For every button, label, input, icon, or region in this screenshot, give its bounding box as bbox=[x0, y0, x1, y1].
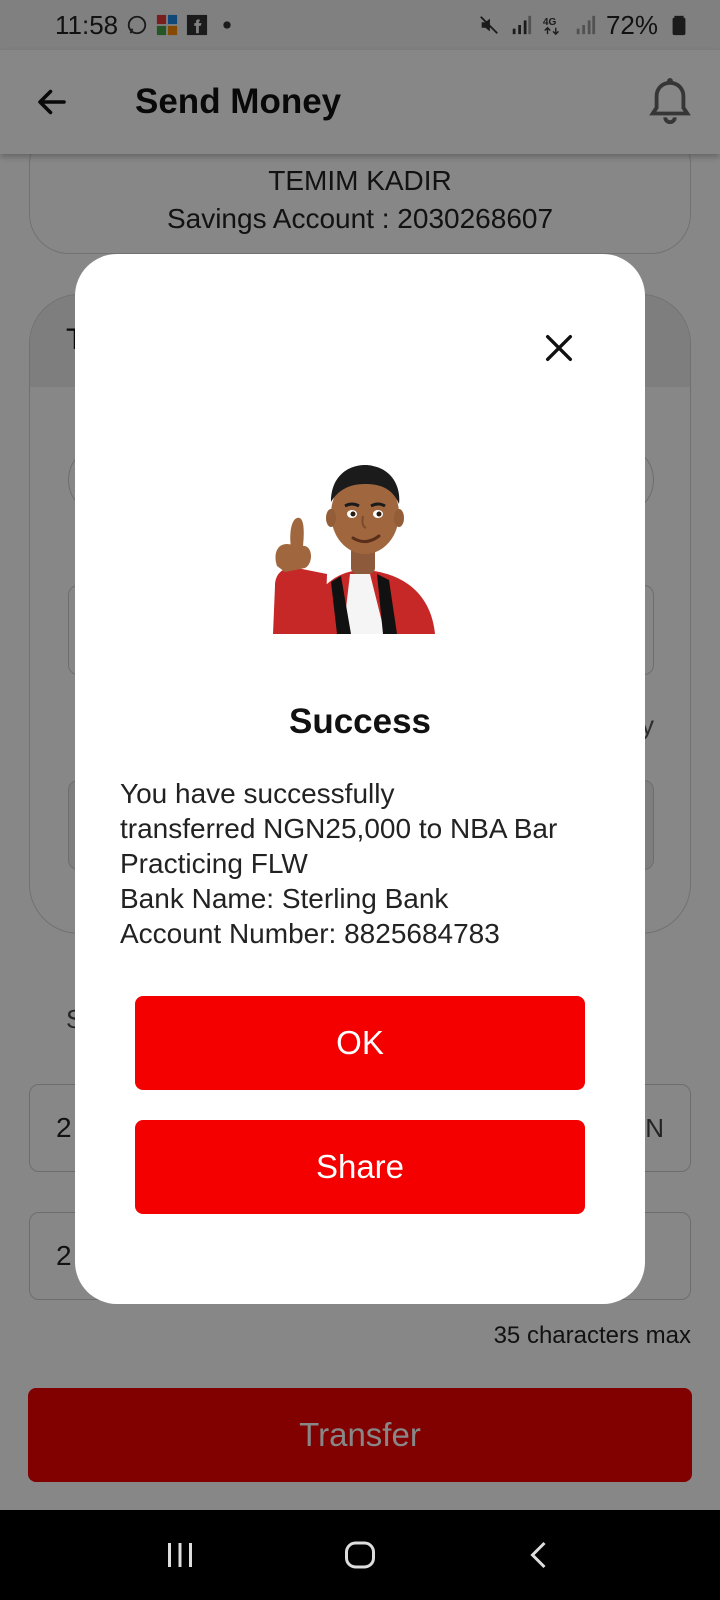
home-icon bbox=[345, 1541, 375, 1569]
dialog-message: You have successfully transferred NGN25,… bbox=[120, 776, 610, 951]
message-line: Practicing FLW bbox=[120, 848, 308, 879]
ok-button[interactable]: OK bbox=[135, 996, 585, 1090]
close-button[interactable] bbox=[535, 324, 583, 372]
dialog-title: Success bbox=[288, 702, 432, 741]
thumbs-up-avatar bbox=[273, 465, 435, 634]
back-icon bbox=[530, 1541, 546, 1569]
share-button[interactable]: Share bbox=[135, 1120, 585, 1214]
message-line: Bank Name: Sterling Bank bbox=[120, 883, 449, 914]
back-nav-button[interactable] bbox=[510, 1525, 570, 1585]
system-nav-bar bbox=[0, 1510, 720, 1600]
message-line: transferred NGN25,000 to NBA Bar bbox=[120, 813, 558, 844]
recents-button[interactable] bbox=[150, 1525, 210, 1585]
message-line: Account Number: 8825684783 bbox=[120, 918, 500, 949]
close-icon bbox=[545, 334, 573, 362]
message-line: You have successfully bbox=[120, 778, 395, 809]
home-button[interactable] bbox=[330, 1525, 390, 1585]
recents-icon bbox=[168, 1543, 192, 1567]
success-dialog: Success You have successfully transferre… bbox=[75, 254, 645, 1304]
